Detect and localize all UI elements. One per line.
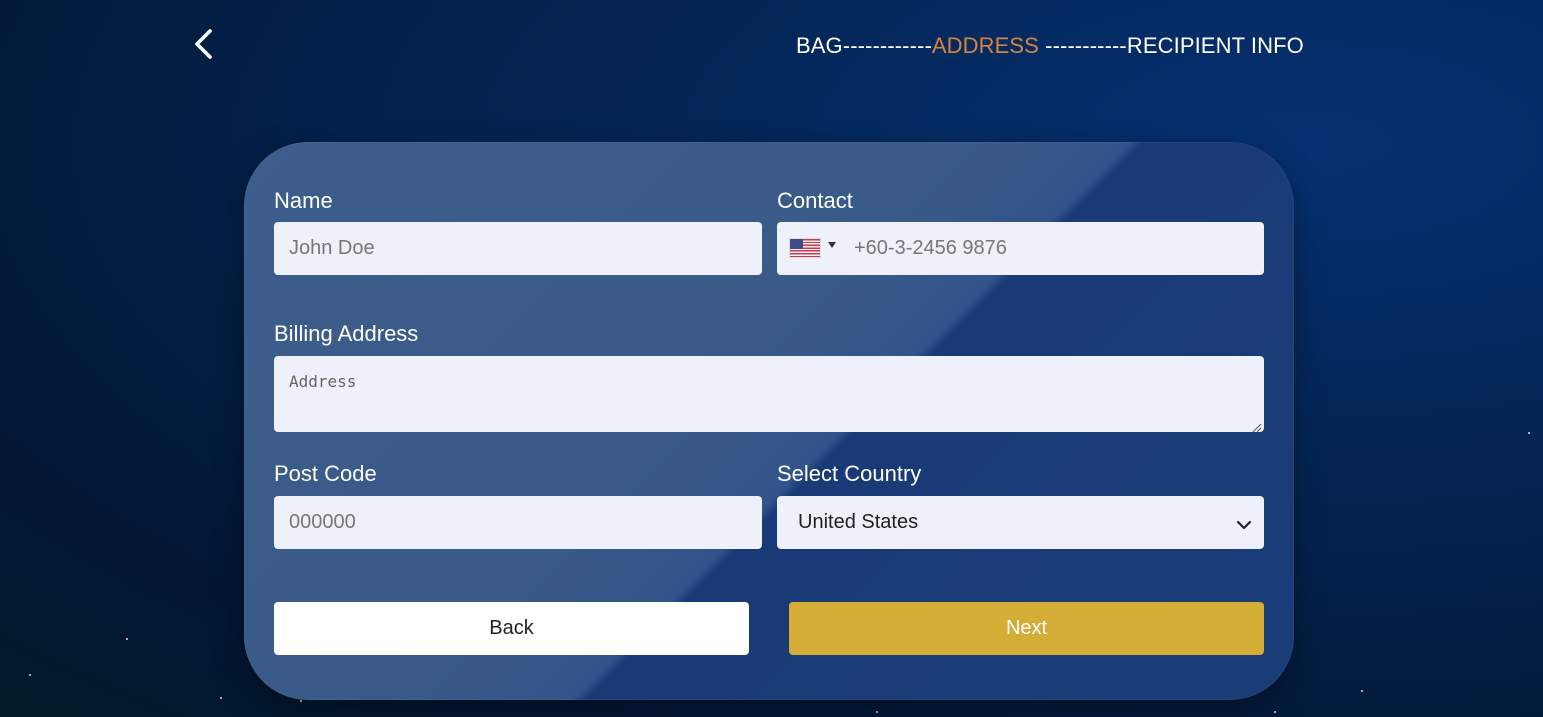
contact-label: Contact [777, 188, 853, 213]
billing-address-textarea[interactable]: Address [274, 356, 1264, 433]
step-separator: ----------- [1038, 33, 1127, 58]
star [126, 638, 128, 640]
contact-input[interactable]: +60-3-2456 9876 [777, 222, 1264, 275]
us-flag-icon[interactable] [790, 239, 820, 257]
step-bag: BAG [796, 33, 843, 58]
name-label: Name [274, 188, 333, 213]
checkout-progress-steps: BAG------------ADDRESS -----------RECIPI… [796, 33, 1304, 59]
next-button[interactable]: Next [789, 602, 1264, 655]
step-address: ADDRESS [931, 33, 1039, 58]
contact-placeholder: +60-3-2456 9876 [854, 237, 1007, 259]
star [1274, 711, 1276, 713]
star [220, 697, 222, 699]
resize-grip-icon[interactable] [1252, 420, 1262, 433]
star [300, 700, 302, 702]
name-input[interactable]: John Doe [274, 222, 762, 275]
country-select[interactable]: United States [777, 496, 1264, 549]
country-select-value: United States [798, 511, 919, 533]
chevron-down-icon [1236, 515, 1252, 530]
post-code-label: Post Code [274, 461, 377, 486]
star [1361, 690, 1363, 692]
post-code-input[interactable]: 000000 [274, 496, 762, 549]
post-code-placeholder: 000000 [289, 511, 356, 533]
step-recipient-info: RECIPIENT INFO [1126, 33, 1304, 58]
caret-down-icon[interactable] [828, 242, 836, 248]
billing-address-label: Billing Address [274, 321, 419, 346]
billing-address-placeholder: Address [289, 372, 357, 391]
address-form-card: Name John Doe Contact +60-3-2456 9876 Bi… [244, 142, 1294, 700]
back-chevron-icon[interactable] [190, 28, 220, 60]
checkout-address-page: { "header": { "back_icon": "chevron-left… [0, 0, 1543, 717]
select-country-label: Select Country [777, 461, 922, 486]
back-button[interactable]: Back [274, 602, 749, 655]
star [1528, 432, 1530, 434]
star [29, 674, 31, 676]
step-separator: ------------ [842, 33, 932, 58]
name-placeholder: John Doe [289, 237, 375, 259]
star [876, 711, 878, 713]
